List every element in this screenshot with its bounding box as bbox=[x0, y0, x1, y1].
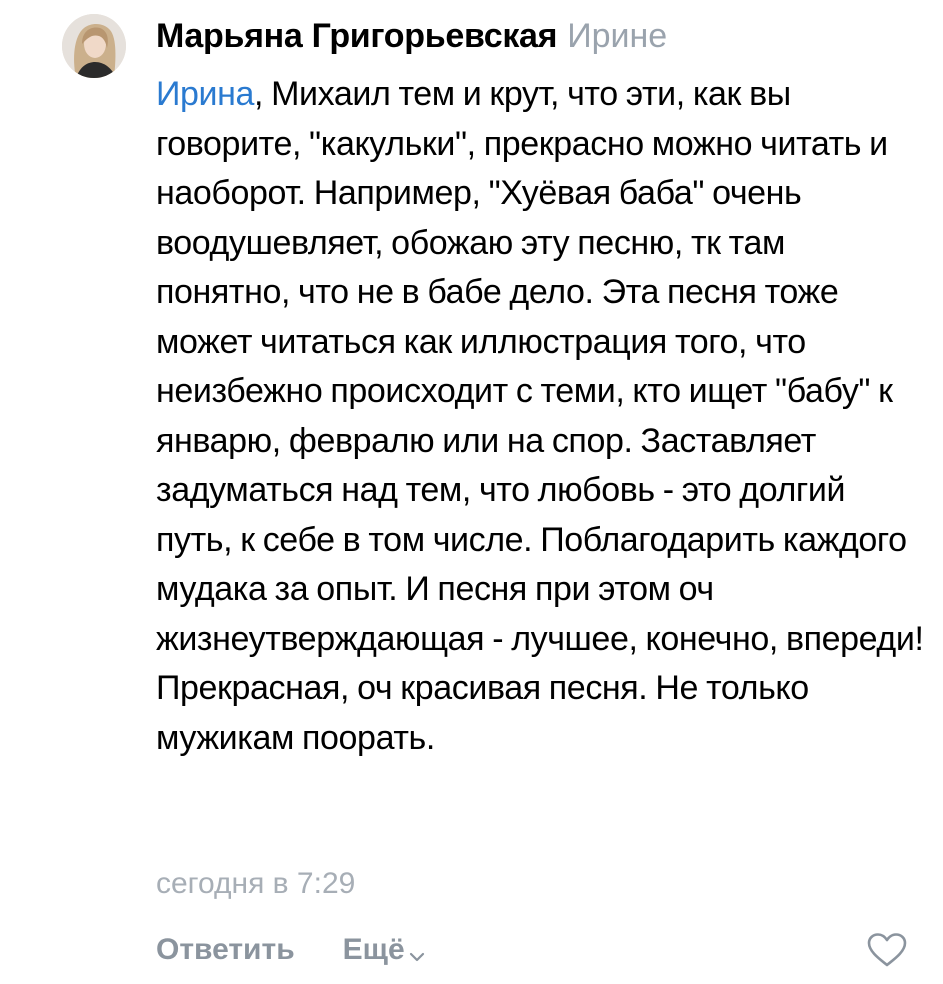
heart-outline-icon bbox=[866, 933, 908, 972]
mention-link[interactable]: Ирина bbox=[156, 75, 254, 113]
chevron-down-icon bbox=[409, 936, 425, 970]
comment-actions: Ответить Ещё bbox=[156, 925, 425, 975]
comment-body-text: , Михаил тем и крут, что эти, как вы гов… bbox=[156, 75, 924, 757]
comment: Марьяна Григорьевская Ирине Ирина, Михаил… bbox=[0, 0, 943, 984]
avatar[interactable] bbox=[62, 14, 126, 78]
author-name[interactable]: Марьяна Григорьевская bbox=[156, 17, 557, 55]
reply-button[interactable]: Ответить bbox=[156, 933, 295, 967]
comment-text: Ирина, Михаил тем и крут, что эти, как в… bbox=[156, 70, 926, 763]
more-button-label: Ещё bbox=[342, 933, 405, 966]
like-button[interactable] bbox=[866, 932, 908, 968]
timestamp[interactable]: сегодня в 7:29 bbox=[156, 862, 355, 906]
reply-to-name[interactable]: Ирине bbox=[567, 17, 667, 55]
more-button[interactable]: Ещё bbox=[343, 930, 425, 970]
comment-header: Марьяна Григорьевская Ирине bbox=[156, 10, 667, 62]
